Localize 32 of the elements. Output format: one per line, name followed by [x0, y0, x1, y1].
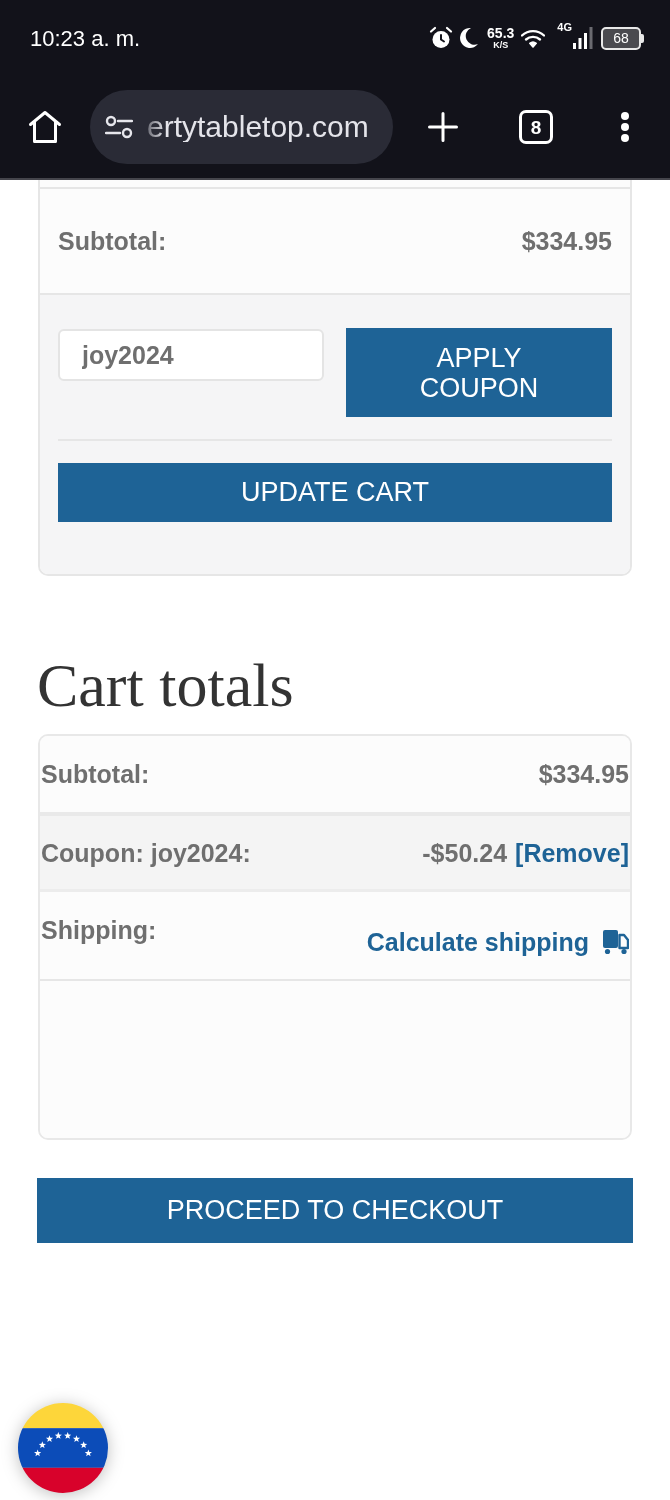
new-tab-icon[interactable]	[428, 112, 458, 142]
coupon-field[interactable]: joy2024	[58, 329, 324, 381]
remove-coupon-link[interactable]: [Remove]	[515, 837, 629, 868]
alarm-icon	[429, 26, 454, 50]
status-time: 10:23 a. m.	[30, 26, 141, 50]
flag-icon[interactable]	[18, 1403, 108, 1493]
address-bar[interactable]: ertytabletop.com	[90, 90, 393, 164]
row-label: Subtotal:	[41, 759, 150, 789]
moon-icon	[459, 27, 480, 49]
checkout-button[interactable]: PROCEED TO CHECKOUT	[37, 1178, 633, 1243]
net-speed-unit: K/S	[493, 40, 509, 50]
site-settings-icon[interactable]	[105, 115, 133, 139]
signal-icon	[573, 27, 593, 49]
network-type: 4G	[557, 22, 572, 33]
battery-indicator: 68	[601, 26, 644, 50]
calculate-shipping-link[interactable]: Calculate shipping	[366, 927, 589, 957]
menu-icon[interactable]	[620, 111, 630, 143]
home-icon[interactable]	[28, 110, 62, 144]
update-cart-button[interactable]: UPDATE CART	[58, 463, 612, 522]
wifi-icon	[521, 28, 546, 48]
url-text: ertytabletop.com	[147, 112, 369, 142]
tab-count-button[interactable]: 8	[519, 110, 553, 144]
apply-coupon-button[interactable]: APPLY COUPON	[346, 328, 612, 417]
row-value: $334.95	[538, 759, 629, 789]
discount-value: -$50.24	[422, 837, 508, 868]
subtotal-label: Subtotal:	[58, 226, 167, 256]
truck-icon	[603, 929, 629, 955]
cart-totals-heading: Cart totals	[37, 654, 294, 716]
row-label: Shipping:	[41, 916, 157, 944]
net-speed-value: 65.3	[487, 26, 515, 40]
subtotal-value: $334.95	[521, 226, 612, 256]
row-label: Coupon: joy2024:	[41, 837, 251, 868]
